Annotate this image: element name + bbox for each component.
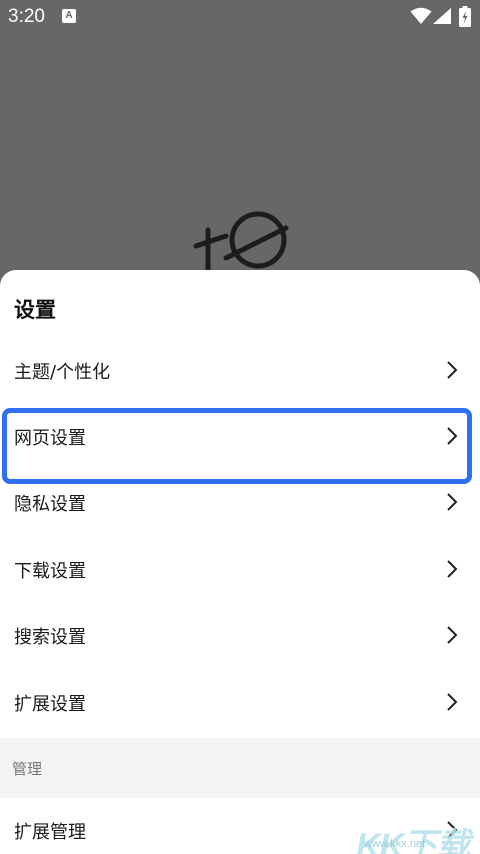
status-time: 3:20: [8, 6, 45, 27]
chevron-right-icon: [447, 560, 458, 578]
sheet-title: 设置: [14, 298, 56, 322]
settings-item-theme[interactable]: 主题/个性化: [0, 338, 480, 404]
signal-icon: [433, 8, 451, 24]
settings-item-search[interactable]: 搜索设置: [0, 603, 480, 669]
chevron-right-icon: [447, 493, 458, 511]
item-label: 下载设置: [14, 561, 86, 582]
chevron-right-icon: [447, 626, 458, 644]
chevron-right-icon: [447, 361, 458, 379]
chevron-right-icon: [447, 693, 458, 711]
chevron-right-icon: [447, 427, 458, 445]
section-label: 管理: [12, 760, 43, 778]
app-logo: [193, 211, 289, 273]
settings-item-webpage[interactable]: 网页设置: [0, 404, 480, 470]
watermark-url: www.kkx.net: [364, 838, 426, 850]
item-label: 网页设置: [14, 428, 86, 449]
section-header-management: 管理: [0, 738, 480, 798]
settings-item-extensions[interactable]: 扩展设置: [0, 670, 480, 736]
settings-item-privacy[interactable]: 隐私设置: [0, 470, 480, 536]
item-label: 扩展设置: [14, 694, 86, 715]
notification-icon: A: [62, 9, 76, 23]
item-label: 搜索设置: [14, 627, 86, 648]
wifi-icon: [410, 7, 432, 24]
settings-sheet: 设置 主题/个性化 网页设置 隐私设置 下载设置 搜索设置 扩展设置 管理 扩展…: [0, 270, 480, 854]
status-bar: 3:20 A: [0, 0, 480, 34]
item-label: 主题/个性化: [14, 362, 111, 383]
settings-item-download[interactable]: 下载设置: [0, 537, 480, 603]
item-label: 扩展管理: [14, 822, 86, 843]
item-label: 隐私设置: [14, 494, 86, 515]
screen: 3:20 A 设置 主题/个性化 网页设置 隐私设置 下载设置 搜索设置 扩展设…: [0, 0, 480, 854]
battery-icon: [459, 6, 471, 27]
